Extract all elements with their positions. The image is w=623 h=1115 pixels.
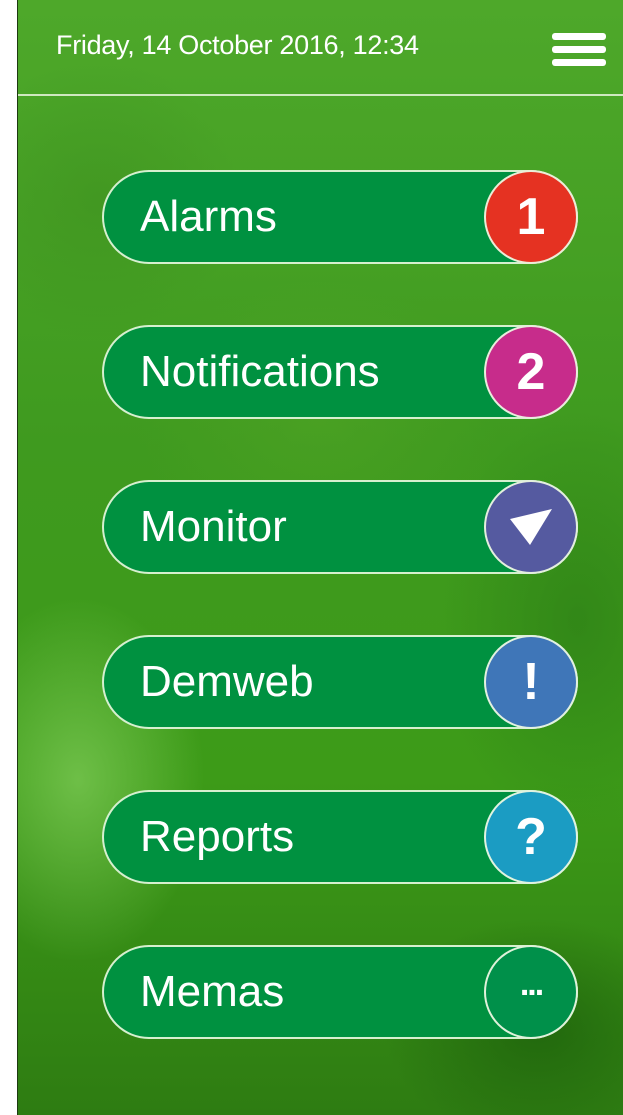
- alarms-button[interactable]: Alarms 1: [102, 170, 578, 264]
- reports-badge-glyph: ?: [515, 808, 547, 866]
- alarms-label: Alarms: [140, 192, 277, 241]
- notifications-count-badge: 2: [484, 325, 578, 419]
- more-dots-icon: ...: [484, 945, 578, 1039]
- memas-badge-glyph: ...: [519, 964, 544, 1003]
- reports-button[interactable]: Reports ?: [102, 790, 578, 884]
- date-time-display: Friday, 14 October 2016, 12:34: [56, 30, 419, 60]
- notifications-label: Notifications: [140, 347, 380, 396]
- demweb-badge-glyph: !: [522, 653, 540, 711]
- hamburger-menu-icon[interactable]: [548, 30, 610, 70]
- memas-label: Memas: [140, 967, 285, 1016]
- send-arrow-icon: [484, 480, 578, 574]
- exclamation-icon: !: [484, 635, 578, 729]
- notifications-count: 2: [516, 343, 546, 401]
- demweb-button[interactable]: Demweb !: [102, 635, 578, 729]
- demweb-label: Demweb: [140, 657, 314, 706]
- memas-button[interactable]: Memas ...: [102, 945, 578, 1039]
- alarms-count: 1: [516, 188, 546, 246]
- monitor-label: Monitor: [140, 502, 287, 551]
- alarms-count-badge: 1: [484, 170, 578, 264]
- reports-label: Reports: [140, 812, 295, 861]
- monitor-button[interactable]: Monitor: [102, 480, 578, 574]
- notifications-button[interactable]: Notifications 2: [102, 325, 578, 419]
- header-bar: Friday, 14 October 2016, 12:34: [18, 0, 623, 96]
- app-screen: Friday, 14 October 2016, 12:34 Alarms 1 …: [17, 0, 623, 1115]
- question-icon: ?: [484, 790, 578, 884]
